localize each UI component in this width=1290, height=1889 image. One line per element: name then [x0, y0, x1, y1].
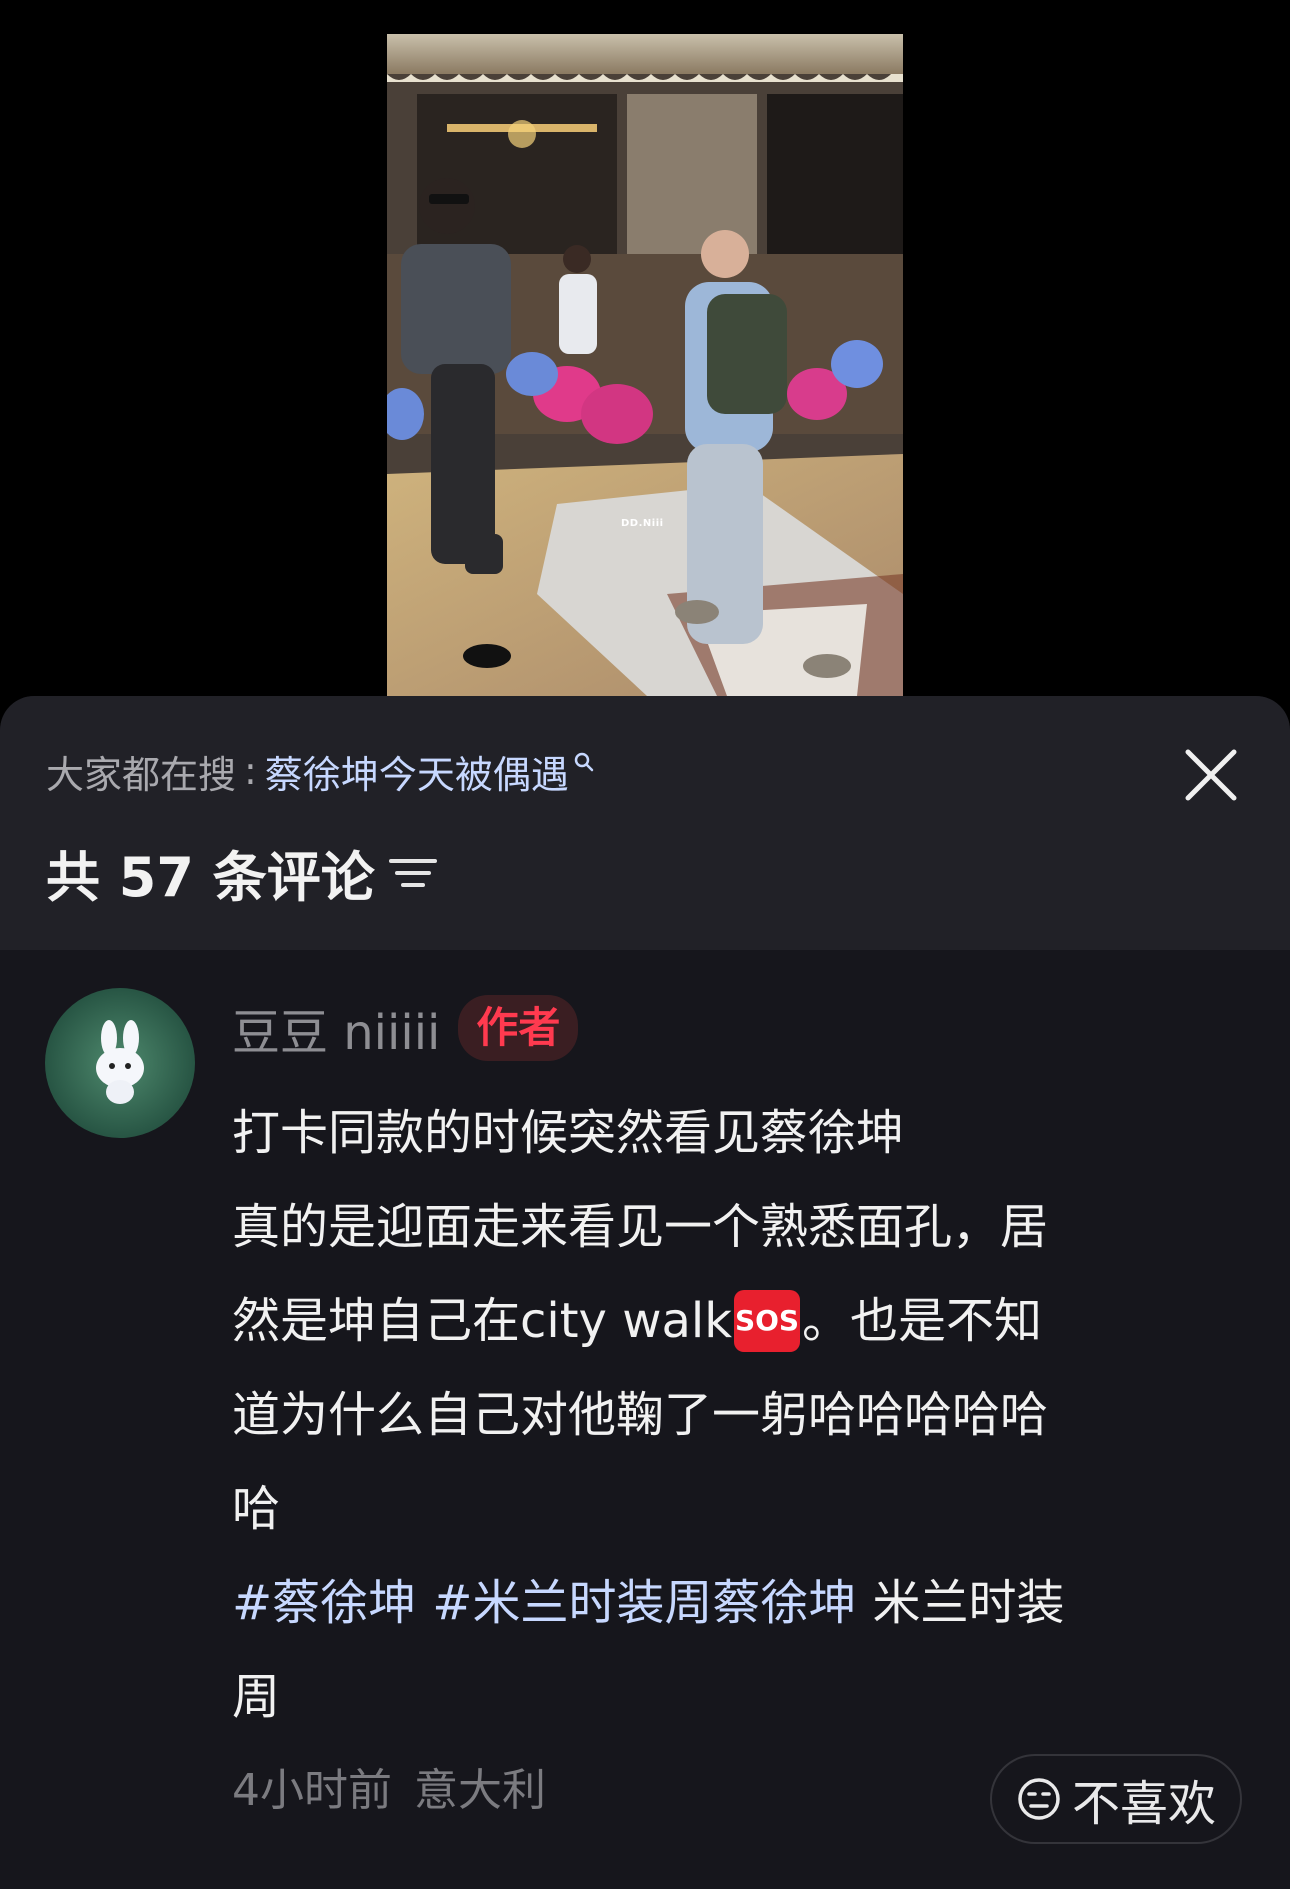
- comment-time: 4小时前: [232, 1765, 392, 1816]
- close-icon[interactable]: [1180, 744, 1242, 806]
- sos-emoji-icon: SOS: [734, 1290, 801, 1352]
- avatar[interactable]: [45, 988, 195, 1138]
- comment-meta: 4小时前 意大利: [232, 1754, 546, 1818]
- hot-search-colon: :: [244, 749, 257, 793]
- dislike-button[interactable]: 不喜欢: [990, 1754, 1242, 1844]
- neutral-face-icon: [1018, 1778, 1060, 1820]
- hashtag-link[interactable]: #米兰时装周蔡徐坤: [432, 1556, 856, 1650]
- comment-location: 意大利: [414, 1765, 546, 1816]
- comment-line: 道为什么自己对他鞠了一躬哈哈哈哈哈: [232, 1387, 1049, 1443]
- comment-sheet: 大家都在搜 : 蔡徐坤今天被偶遇 共 57 条评论 豆豆 niiiii 作者 打…: [0, 696, 1290, 1889]
- comment-count-label: 共 57 条评论: [46, 845, 375, 909]
- video-player[interactable]: DD.Niii: [387, 34, 903, 696]
- dislike-label: 不喜欢: [1071, 1776, 1216, 1832]
- comment-line: 打卡同款的时候突然看见蔡徐坤: [232, 1105, 905, 1161]
- comment-line: 真的是迎面走来看见一个熟悉面孔，居: [232, 1199, 1049, 1255]
- hashtag-link[interactable]: #蔡徐坤: [232, 1556, 416, 1650]
- comment-line: 周: [232, 1669, 281, 1725]
- sort-icon[interactable]: [387, 853, 439, 893]
- comment-line-segment: 。也是不知: [802, 1293, 1043, 1349]
- comment-line-segment: 然是坤自己在city walk: [232, 1293, 733, 1349]
- video-frame-image: [387, 34, 903, 696]
- hashtag-plain-text: 米兰时装: [872, 1575, 1065, 1631]
- hot-search-term[interactable]: 蔡徐坤今天被偶遇: [265, 744, 569, 799]
- comment-line: 然是坤自己在city walk SOS 。也是不知: [232, 1274, 1222, 1368]
- comment-author-row: 豆豆 niiiii 作者: [232, 993, 579, 1063]
- hot-search-prefix: 大家都在搜: [46, 752, 237, 797]
- comment-count-title: 共 57 条评论: [46, 840, 439, 909]
- author-badge: 作者: [458, 995, 579, 1061]
- comment-sheet-header: 大家都在搜 : 蔡徐坤今天被偶遇 共 57 条评论: [0, 696, 1290, 950]
- search-icon: [574, 752, 594, 772]
- video-watermark: DD.Niii: [621, 518, 664, 529]
- bunny-avatar-image: [45, 988, 195, 1138]
- hot-search-link[interactable]: 大家都在搜 : 蔡徐坤今天被偶遇: [46, 744, 595, 799]
- hashtag-line: #蔡徐坤 #米兰时装周蔡徐坤 米兰时装: [232, 1556, 1222, 1650]
- comment-text: 打卡同款的时候突然看见蔡徐坤 真的是迎面走来看见一个熟悉面孔，居 然是坤自己在c…: [232, 1086, 1222, 1744]
- author-name[interactable]: 豆豆 niiiii: [232, 993, 440, 1063]
- comment-line: 哈: [232, 1481, 281, 1537]
